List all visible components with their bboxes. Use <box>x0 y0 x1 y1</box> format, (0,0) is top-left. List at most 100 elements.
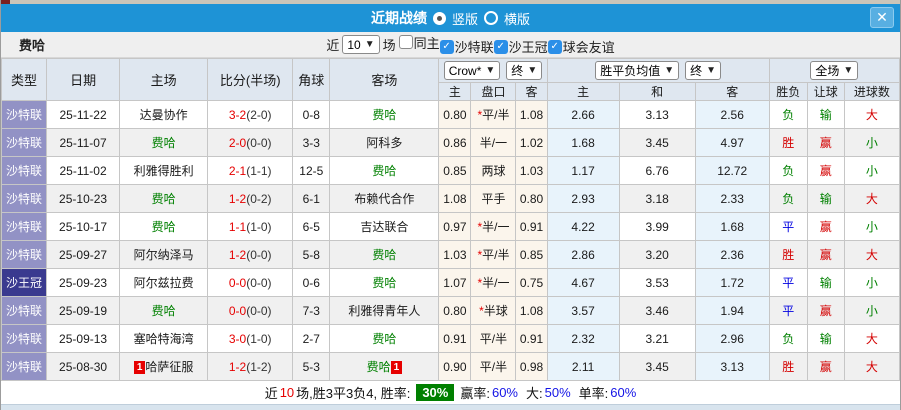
avg-type-select[interactable]: 胜平负均值▼ <box>595 61 679 80</box>
odds-stage-select[interactable]: 终▼ <box>506 61 542 80</box>
corners-cell: 6-5 <box>293 213 330 241</box>
filter-check-label[interactable]: 球会友谊 <box>563 37 615 56</box>
period-select[interactable]: 全场▼ <box>810 61 858 80</box>
big-label: 大: <box>526 383 543 402</box>
crow-home-odds-cell: 0.91 <box>439 325 471 353</box>
result-wdl-cell: 负 <box>769 157 807 185</box>
sub-header-odds-away: 客 <box>516 83 547 101</box>
result-handicap-cell: 赢 <box>807 353 844 381</box>
avg-lose-cell: 2.96 <box>695 325 769 353</box>
bookmaker-select[interactable]: Crow*▼ <box>444 61 501 80</box>
crow-home-odds-cell: 0.97 <box>439 213 471 241</box>
date-cell: 25-09-19 <box>47 297 120 325</box>
home-team-cell: 达曼协作 <box>120 101 208 129</box>
home-team-cell: 费哈 <box>120 129 208 157</box>
team-name-text: 布赖代合作 <box>354 192 414 206</box>
result-handicap-cell: 输 <box>807 185 844 213</box>
result-wdl-cell: 平 <box>769 269 807 297</box>
crow-away-odds-cell: 0.75 <box>516 269 547 297</box>
team-name-text: 费哈 <box>367 360 391 374</box>
match-row: 沙特联25-11-02利雅得胜利2-1(1-1)12-5费哈0.85两球1.03… <box>2 157 900 185</box>
summary-near-label: 近 <box>265 383 278 402</box>
result-handicap-cell: 赢 <box>807 213 844 241</box>
match-count-select[interactable]: 10▼ <box>342 35 379 54</box>
rank-badge: 1 <box>134 361 146 374</box>
team-name-text: 费哈 <box>152 220 176 234</box>
home-team-cell: 阿尔纳泽马 <box>120 241 208 269</box>
sub-header-goals: 进球数 <box>844 83 899 101</box>
avg-lose-cell: 3.13 <box>695 353 769 381</box>
result-goals-cell: 小 <box>844 129 899 157</box>
result-goals-cell: 大 <box>844 325 899 353</box>
col-header-corners: 角球 <box>293 59 330 101</box>
crow-home-odds-cell: 0.80 <box>439 297 471 325</box>
avg-lose-cell: 1.68 <box>695 213 769 241</box>
crow-home-odds-cell: 1.07 <box>439 269 471 297</box>
checkbox-checked-icon[interactable]: ✓ <box>548 40 562 54</box>
checkbox-checked-icon[interactable]: ✓ <box>494 40 508 54</box>
rank-badge: 1 <box>391 361 403 374</box>
avg-lose-cell: 2.33 <box>695 185 769 213</box>
checkbox-unchecked-icon[interactable] <box>399 35 413 49</box>
team-name-text: 利雅得青年人 <box>348 304 420 318</box>
radio-vertical-label[interactable]: 竖版 <box>452 9 478 28</box>
result-handicap-cell: 赢 <box>807 297 844 325</box>
corners-cell: 2-7 <box>293 325 330 353</box>
filter-check-label[interactable]: 沙特联 <box>455 37 494 56</box>
radio-horizontal-layout[interactable] <box>484 11 498 25</box>
team-name-text: 费哈 <box>372 248 396 262</box>
avg-lose-cell: 2.56 <box>695 101 769 129</box>
summary-footer: 近10场,胜3平3负4, 胜率: 30% 赢率:60% 大:50% 单率:60% <box>1 381 900 404</box>
team-name: 费哈 <box>19 35 45 54</box>
result-goals-cell: 大 <box>844 101 899 129</box>
result-wdl-cell: 负 <box>769 185 807 213</box>
result-handicap-cell: 输 <box>807 325 844 353</box>
big-value: 50% <box>545 385 571 400</box>
result-wdl-cell: 胜 <box>769 353 807 381</box>
radio-horizontal-label[interactable]: 横版 <box>504 9 530 28</box>
away-team-cell: 费哈 <box>330 157 439 185</box>
crow-handicap-cell: 平/半 <box>471 325 516 353</box>
league-cell: 沙特联 <box>2 353 47 381</box>
league-cell: 沙特联 <box>2 241 47 269</box>
result-goals-cell: 小 <box>844 213 899 241</box>
result-handicap-cell: 赢 <box>807 241 844 269</box>
avg-win-cell: 2.93 <box>547 185 619 213</box>
league-cell: 沙王冠 <box>2 269 47 297</box>
checkbox-checked-icon[interactable]: ✓ <box>440 40 454 54</box>
team-name-text: 费哈 <box>372 108 396 122</box>
filter-check-label[interactable]: 沙王冠 <box>509 37 548 56</box>
avg-stage-select[interactable]: 终▼ <box>685 61 721 80</box>
summary-near-count: 10 <box>280 385 294 400</box>
team-name-text: 阿尔兹拉费 <box>134 276 194 290</box>
team-name-text: 费哈 <box>152 136 176 150</box>
crow-handicap-cell: *平/半 <box>471 101 516 129</box>
home-team-cell: 费哈 <box>120 297 208 325</box>
col-header-away: 客场 <box>330 59 439 101</box>
bottom-edge-strip <box>1 404 900 410</box>
crow-home-odds-cell: 0.86 <box>439 129 471 157</box>
score-cell: 0-0(0-0) <box>208 297 293 325</box>
filter-check-1: ✓沙特联 <box>440 37 494 56</box>
radio-vertical-layout[interactable] <box>433 12 446 25</box>
away-team-cell: 费哈 <box>330 269 439 297</box>
team-name-text: 费哈 <box>372 276 396 290</box>
crow-home-odds-cell: 0.85 <box>439 157 471 185</box>
away-team-cell: 吉达联合 <box>330 213 439 241</box>
crow-away-odds-cell: 0.91 <box>516 325 547 353</box>
away-team-cell: 费哈1 <box>330 353 439 381</box>
match-row: 沙特联25-10-17费哈1-1(1-0)6-5吉达联合0.97*半/一0.91… <box>2 213 900 241</box>
result-goals-cell: 大 <box>844 353 899 381</box>
filter-bar: 费哈 近 10▼ 场 同主✓沙特联✓沙王冠✓球会友谊 <box>1 32 900 58</box>
crow-handicap-cell: 平/半 <box>471 353 516 381</box>
crow-away-odds-cell: 0.80 <box>516 185 547 213</box>
date-cell: 25-10-23 <box>47 185 120 213</box>
close-button[interactable]: ✕ <box>870 7 894 28</box>
result-goals-cell: 小 <box>844 157 899 185</box>
date-cell: 25-09-23 <box>47 269 120 297</box>
chevron-down-icon: ▼ <box>365 39 375 50</box>
match-row: 沙特联25-09-19费哈0-0(0-0)7-3利雅得青年人0.80*半球1.0… <box>2 297 900 325</box>
team-name-text: 塞哈特海湾 <box>134 332 194 346</box>
away-team-cell: 费哈 <box>330 101 439 129</box>
filter-check-label[interactable]: 同主 <box>414 33 440 52</box>
